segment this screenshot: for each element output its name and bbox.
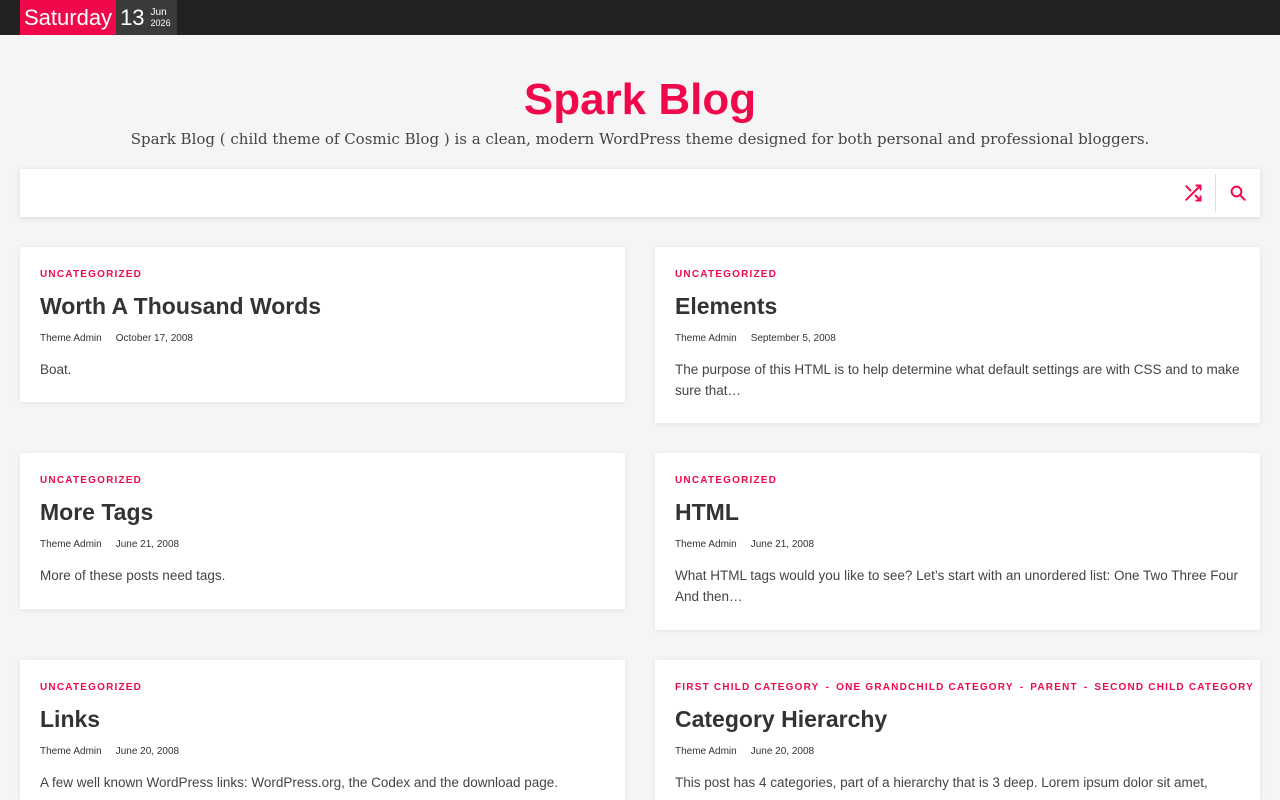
post-title[interactable]: Links [40,705,605,733]
post-categories: UNCATEGORIZED [40,682,605,693]
month-label: Jun [150,6,167,18]
post-categories: UNCATEGORIZED [40,475,605,486]
post-card: UNCATEGORIZED HTML Theme Admin June 21, … [655,453,1260,630]
site-header: Spark Blog Spark Blog ( child theme of C… [0,35,1280,148]
post-meta: Theme Admin October 17, 2008 [40,333,605,344]
shuffle-icon [1185,184,1202,202]
category-separator: - [825,682,831,693]
post-date[interactable]: June 20, 2008 [751,746,814,757]
random-post-button[interactable] [1171,169,1215,217]
post-excerpt: The purpose of this HTML is to help dete… [675,362,1240,398]
post-card: UNCATEGORIZED More Tags Theme Admin June… [20,453,625,609]
weekday-label: Saturday [20,0,117,35]
site-tagline: Spark Blog ( child theme of Cosmic Blog … [130,130,1150,148]
category-separator: - [1083,682,1089,693]
site-title[interactable]: Spark Blog [0,75,1280,125]
post-excerpt: More of these posts need tags. [40,568,226,583]
post-categories: UNCATEGORIZED [675,475,1240,486]
post-categories: UNCATEGORIZED [40,269,605,280]
category-separator: - [1019,682,1025,693]
search-button[interactable] [1216,169,1260,217]
post-date[interactable]: June 21, 2008 [751,539,814,550]
post-title[interactable]: HTML [675,498,1240,526]
post-card: UNCATEGORIZED Worth A Thousand Words The… [20,247,625,402]
post-title[interactable]: Elements [675,292,1240,320]
post-excerpt: What HTML tags would you like to see? Le… [675,568,1239,604]
post-meta: Theme Admin September 5, 2008 [675,333,1240,344]
category-link[interactable]: UNCATEGORIZED [675,269,777,280]
post-date[interactable]: September 5, 2008 [751,333,836,344]
category-link[interactable]: UNCATEGORIZED [675,475,777,486]
top-bar: Saturday 13 Jun 2026 [0,0,1280,35]
category-link[interactable]: UNCATEGORIZED [40,682,142,693]
date-block: 13 Jun 2026 [116,0,177,35]
search-icon [1230,185,1246,201]
post-excerpt: Boat. [40,362,72,377]
post-categories: UNCATEGORIZED [675,269,1240,280]
post-title[interactable]: Category Hierarchy [675,705,1240,733]
post-meta: Theme Admin June 20, 2008 [675,746,1240,757]
category-link[interactable]: PARENT [1030,682,1078,693]
category-link[interactable]: UNCATEGORIZED [40,269,142,280]
post-date[interactable]: June 20, 2008 [116,746,179,757]
year-label: 2026 [150,17,171,28]
post-date[interactable]: June 21, 2008 [116,539,179,550]
post-author[interactable]: Theme Admin [675,539,737,550]
post-author[interactable]: Theme Admin [675,333,737,344]
post-meta: Theme Admin June 21, 2008 [40,539,605,550]
post-meta: Theme Admin June 21, 2008 [675,539,1240,550]
post-excerpt: This post has 4 categories, part of a hi… [675,775,1208,790]
post-meta: Theme Admin June 20, 2008 [40,746,605,757]
post-title[interactable]: Worth A Thousand Words [40,292,605,320]
date-display: Saturday 13 Jun 2026 [20,0,177,35]
post-categories: FIRST CHILD CATEGORY - ONE GRANDCHILD CATE… [675,682,1253,693]
post-author[interactable]: Theme Admin [675,746,737,757]
post-author[interactable]: Theme Admin [40,333,102,344]
category-link[interactable]: UNCATEGORIZED [40,475,142,486]
post-card: UNCATEGORIZED Links Theme Admin June 20,… [20,660,625,800]
post-author[interactable]: Theme Admin [40,746,102,757]
post-author[interactable]: Theme Admin [40,539,102,550]
category-link[interactable]: ONE GRANDCHILD CATEGORY [836,682,1014,693]
day-number: 13 [120,4,145,30]
category-link[interactable]: SECOND CHILD CATEGORY [1094,682,1254,693]
post-excerpt: A few well known WordPress links: WordPr… [40,775,559,790]
post-card: UNCATEGORIZED Elements Theme Admin Septe… [655,247,1260,423]
category-link[interactable]: FIRST CHILD CATEGORY [675,682,820,693]
month-year: Jun 2026 [151,7,171,29]
nav-actions [1171,169,1260,217]
navigation-bar [20,169,1260,217]
post-title[interactable]: More Tags [40,498,605,526]
post-card: FIRST CHILD CATEGORY - ONE GRANDCHILD CATE… [655,660,1260,800]
post-date[interactable]: October 17, 2008 [116,333,193,344]
